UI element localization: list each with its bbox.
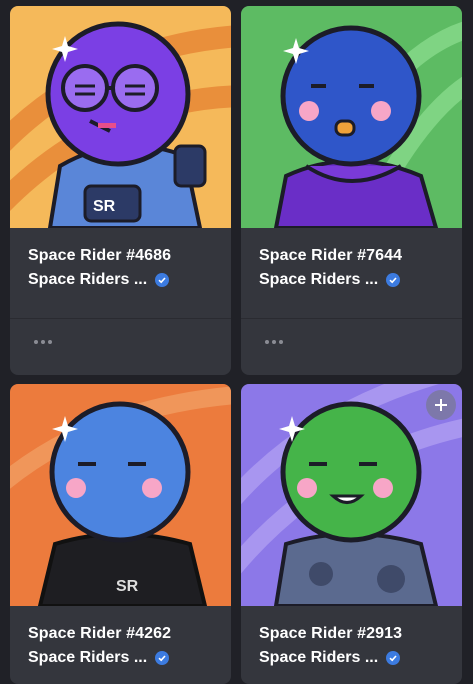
verified-badge-icon — [386, 651, 401, 665]
collection-name[interactable]: Space Riders ... — [259, 648, 448, 668]
nft-image[interactable]: SR — [10, 6, 231, 228]
verified-badge-icon — [155, 651, 170, 665]
suit-text: SR — [116, 578, 139, 595]
plus-icon[interactable] — [426, 390, 456, 420]
more-dots-icon[interactable] — [34, 339, 52, 344]
nft-card[interactable]: Space Rider #7644 Space Riders ... — [241, 6, 462, 375]
collection-name[interactable]: Space Riders ... — [28, 648, 217, 668]
nft-image[interactable] — [241, 384, 462, 606]
collection-name[interactable]: Space Riders ... — [259, 270, 448, 290]
nft-card[interactable]: Space Rider #2913 Space Riders ... — [241, 384, 462, 684]
nft-title: Space Rider #4686 — [28, 247, 172, 264]
collection-label: Space Riders ... — [28, 649, 148, 666]
more-dots-icon[interactable] — [265, 339, 283, 344]
verified-badge-icon — [386, 273, 401, 287]
nft-title: Space Rider #7644 — [259, 247, 403, 264]
collection-name[interactable]: Space Riders ... — [28, 270, 217, 290]
nft-title: Space Rider #4262 — [28, 625, 172, 642]
collection-label: Space Riders ... — [259, 649, 379, 666]
collection-label: Space Riders ... — [259, 271, 379, 288]
nft-title: Space Rider #2913 — [259, 625, 403, 642]
verified-badge-icon — [155, 273, 170, 287]
svg-text:SR: SR — [93, 198, 116, 215]
nft-image[interactable]: SR — [10, 384, 231, 606]
nft-card[interactable]: SR Space Rider #4686 Space Riders ... — [10, 6, 231, 375]
collection-label: Space Riders ... — [28, 271, 148, 288]
nft-image[interactable] — [241, 6, 462, 228]
nft-card[interactable]: SR Space Rider #4262 Space Riders ... — [10, 384, 231, 684]
